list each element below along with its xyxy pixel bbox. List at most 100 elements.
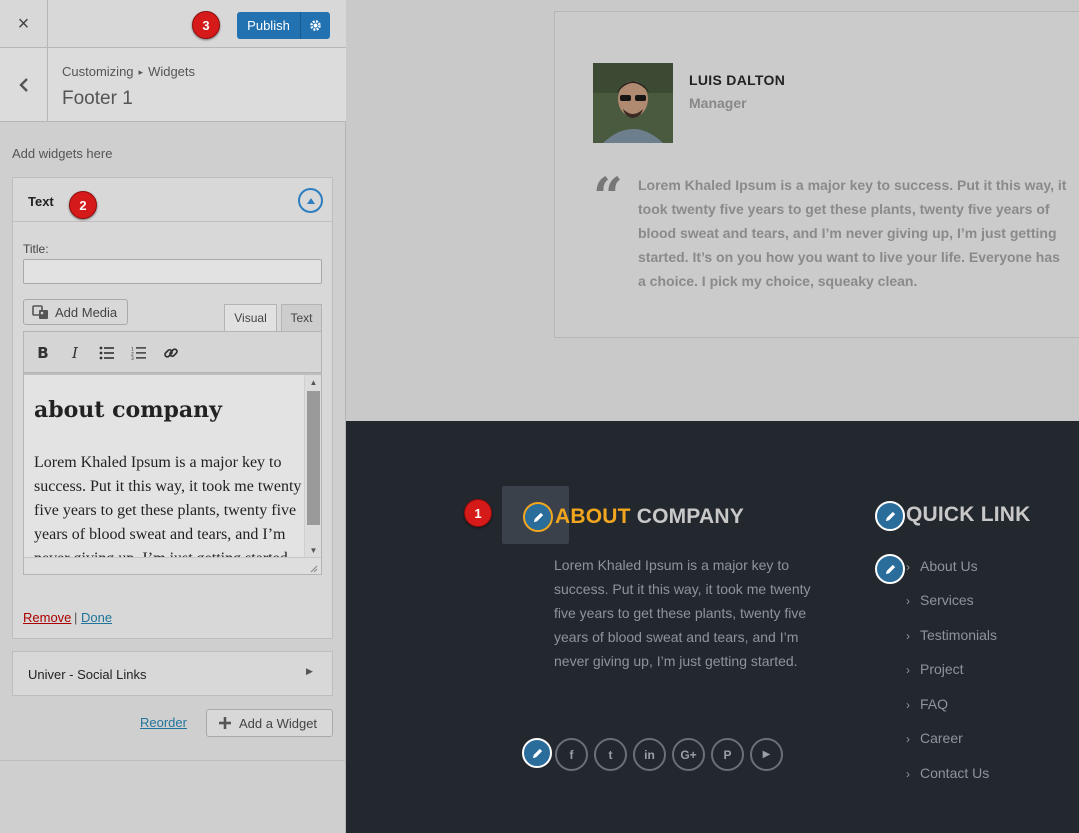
panel-title: Footer 1 bbox=[62, 88, 133, 109]
breadcrumb-separator: ▸ bbox=[138, 67, 144, 77]
chevron-right-icon: › bbox=[906, 732, 910, 746]
quick-link-label: Testimonials bbox=[920, 627, 998, 643]
chevron-right-icon: › bbox=[906, 767, 910, 781]
quick-link-career[interactable]: › Career bbox=[906, 730, 963, 746]
customizer-sidebar: × 3 Publish Customizing ▸ Widgets Footer 1… bbox=[0, 0, 346, 833]
chevron-right-icon: › bbox=[906, 629, 910, 643]
back-button[interactable] bbox=[0, 48, 48, 122]
numbered-list-icon[interactable]: 123 bbox=[128, 342, 150, 364]
bullet-list-icon[interactable] bbox=[96, 342, 118, 364]
facebook-icon[interactable]: f bbox=[555, 738, 588, 771]
quick-link-label: Project bbox=[920, 661, 964, 677]
quick-link-label: Career bbox=[920, 730, 963, 746]
close-customizer-button[interactable]: × bbox=[0, 0, 48, 48]
customizer-header: × 3 Publish bbox=[0, 0, 346, 48]
panel-header: Customizing ▸ Widgets Footer 1 bbox=[0, 48, 346, 122]
pencil-icon bbox=[532, 748, 542, 758]
testimonial-section: LUIS DALTON Manager “ Lorem Khaled Ipsum… bbox=[346, 0, 1079, 421]
tab-text[interactable]: Text bbox=[281, 304, 322, 331]
about-company-text: Lorem Khaled Ipsum is a major key to suc… bbox=[554, 557, 811, 669]
chevron-right-icon: › bbox=[906, 698, 910, 712]
add-widget-label: Add a Widget bbox=[239, 715, 318, 731]
social-links-widget[interactable]: Univer - Social Links ▶ bbox=[12, 651, 333, 696]
site-footer: 1 ABOUT COMPANY Lorem Khaled Ipsum is a … bbox=[346, 421, 1079, 833]
add-widget-button[interactable]: Add a Widget bbox=[206, 709, 333, 737]
chevron-right-icon: › bbox=[906, 560, 910, 574]
media-icon bbox=[32, 305, 48, 319]
title-field-label: Title: bbox=[23, 242, 49, 256]
remove-widget-link[interactable]: Remove bbox=[23, 610, 71, 625]
about-title-rest: COMPANY bbox=[636, 505, 744, 528]
link-separator: | bbox=[74, 610, 78, 625]
scroll-down-icon[interactable]: ▼ bbox=[305, 543, 321, 557]
quick-link-label: Contact Us bbox=[920, 765, 990, 781]
quick-link-label: Services bbox=[920, 592, 974, 608]
triangle-up-icon bbox=[306, 197, 315, 204]
plus-icon bbox=[219, 717, 231, 729]
bold-icon[interactable]: B bbox=[32, 342, 54, 364]
collapse-widget-button[interactable] bbox=[298, 188, 323, 213]
edit-social-widget-button[interactable] bbox=[522, 738, 552, 768]
testimonial-quote: Lorem Khaled Ipsum is a major key to suc… bbox=[638, 177, 1067, 289]
quick-link-title: QUICK LINK bbox=[906, 503, 1031, 526]
testimonial-name: LUIS DALTON bbox=[689, 72, 786, 88]
scrollbar-thumb[interactable] bbox=[307, 391, 320, 525]
quick-link-services[interactable]: › Services bbox=[906, 592, 974, 608]
pencil-icon bbox=[533, 512, 543, 522]
callout-badge-2: 2 bbox=[69, 191, 97, 219]
quick-link-project[interactable]: › Project bbox=[906, 661, 964, 677]
testimonial-card: LUIS DALTON Manager “ Lorem Khaled Ipsum… bbox=[554, 11, 1079, 338]
callout-badge-3: 3 bbox=[192, 11, 220, 39]
social-links-widget-title: Univer - Social Links bbox=[28, 667, 147, 682]
editor-heading: about company bbox=[34, 397, 222, 423]
quote-icon: “ bbox=[593, 167, 623, 228]
chevron-right-icon: › bbox=[906, 663, 910, 677]
link-icon[interactable] bbox=[160, 342, 182, 364]
pinterest-icon[interactable]: P bbox=[711, 738, 744, 771]
testimonial-role: Manager bbox=[689, 95, 747, 111]
edit-menu-button[interactable] bbox=[875, 554, 905, 584]
quick-link-testimonials[interactable]: › Testimonials bbox=[906, 627, 997, 643]
youtube-icon[interactable]: ▶ bbox=[750, 738, 783, 771]
quick-link-label: About Us bbox=[920, 558, 978, 574]
quick-link-contact-us[interactable]: › Contact Us bbox=[906, 765, 989, 781]
quick-link-label: FAQ bbox=[920, 696, 949, 712]
add-widgets-note: Add widgets here bbox=[12, 146, 113, 161]
site-preview: LUIS DALTON Manager “ Lorem Khaled Ipsum… bbox=[346, 0, 1079, 833]
callout-badge-1: 1 bbox=[464, 499, 492, 527]
close-icon: × bbox=[17, 12, 30, 35]
add-media-label: Add Media bbox=[55, 304, 118, 320]
resize-handle-icon[interactable] bbox=[309, 564, 318, 573]
publish-settings-button[interactable] bbox=[300, 12, 330, 39]
reorder-link[interactable]: Reorder bbox=[140, 715, 187, 730]
gear-icon bbox=[310, 20, 321, 31]
breadcrumb: Customizing ▸ Widgets bbox=[62, 64, 195, 79]
quick-link-about-us[interactable]: › About Us bbox=[906, 558, 978, 574]
about-company-title: ABOUT COMPANY bbox=[555, 505, 744, 529]
edit-about-widget-button[interactable] bbox=[523, 502, 553, 532]
linkedin-icon[interactable]: in bbox=[633, 738, 666, 771]
quick-link-faq[interactable]: › FAQ bbox=[906, 696, 948, 712]
visual-editor[interactable]: about company Lorem Khaled Ipsum is a ma… bbox=[23, 373, 322, 575]
twitter-icon[interactable]: t bbox=[594, 738, 627, 771]
italic-icon[interactable]: I bbox=[64, 342, 86, 364]
pencil-icon bbox=[885, 564, 895, 574]
editor-resize-bar[interactable] bbox=[24, 557, 321, 574]
scroll-up-icon[interactable]: ▲ bbox=[305, 375, 321, 389]
editor-toolbar: B I 123 bbox=[23, 331, 322, 373]
google-plus-icon[interactable]: G+ bbox=[672, 738, 705, 771]
done-link[interactable]: Done bbox=[81, 610, 112, 625]
publish-button[interactable]: Publish bbox=[237, 12, 300, 39]
breadcrumb-root: Customizing bbox=[62, 64, 134, 79]
editor-scrollbar[interactable]: ▲ ▼ bbox=[304, 375, 321, 557]
svg-text:3: 3 bbox=[131, 356, 134, 360]
title-input[interactable] bbox=[23, 259, 322, 284]
text-widget-title: Text bbox=[28, 194, 54, 209]
expand-arrow-icon: ▶ bbox=[306, 666, 313, 676]
about-title-accent: ABOUT bbox=[555, 505, 631, 528]
add-media-button[interactable]: Add Media bbox=[23, 299, 128, 325]
text-widget-header[interactable]: Text 2 bbox=[13, 178, 332, 222]
edit-quick-link-widget-button[interactable] bbox=[875, 501, 905, 531]
tab-visual[interactable]: Visual bbox=[224, 304, 277, 331]
chevron-left-icon bbox=[18, 78, 28, 92]
